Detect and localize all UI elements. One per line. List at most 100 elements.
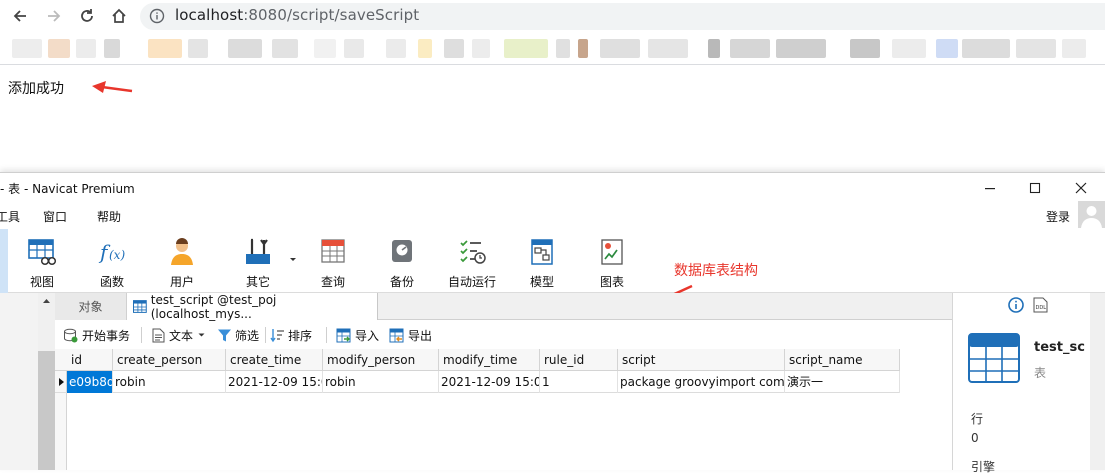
bookmark-item[interactable] (48, 39, 70, 58)
bookmark-item[interactable] (272, 39, 298, 58)
table-cell[interactable]: 演示一 (785, 371, 900, 393)
bookmark-item[interactable] (962, 39, 1010, 58)
home-icon (112, 8, 126, 23)
bookmark-item[interactable] (76, 39, 96, 58)
bookmark-item[interactable] (600, 39, 640, 58)
table-cell[interactable]: 2021-12-09 15:09 (439, 371, 540, 393)
home-button[interactable] (107, 4, 131, 28)
bookmark-item[interactable] (556, 39, 570, 58)
table-row[interactable]: e09b8d robin 2021-12-09 15:0 robin 2021-… (55, 371, 900, 393)
right-scrollbar[interactable] (1090, 293, 1105, 470)
tab-objects[interactable]: 对象 (55, 293, 127, 320)
bookmark-item[interactable] (936, 39, 958, 58)
back-button[interactable] (8, 4, 32, 28)
filter-button[interactable]: 筛选 (217, 325, 259, 345)
table-cell[interactable]: package groovyimport com (618, 371, 785, 393)
toolbar-user-button[interactable]: 用户 (152, 237, 212, 289)
navigation-pane (0, 293, 38, 470)
login-button[interactable]: 登录 (1046, 208, 1070, 225)
tools-icon (246, 238, 270, 264)
maximize-icon (1029, 182, 1041, 194)
sort-icon (270, 328, 284, 342)
minimize-icon (985, 188, 995, 190)
menu-window[interactable]: 窗口 (43, 208, 67, 225)
url-text[interactable]: localhost:8080/script/saveScript (175, 6, 419, 24)
bookmark-item[interactable] (104, 39, 120, 58)
annotation-text: 数据库表结构 (674, 263, 758, 279)
table-cell[interactable]: e09b8d (67, 371, 113, 393)
bookmark-item[interactable] (418, 39, 432, 58)
bookmark-item[interactable] (578, 39, 588, 58)
column-header[interactable]: modify_time (439, 349, 540, 371)
object-name: test_sc (1034, 340, 1085, 355)
bookmark-item[interactable] (188, 39, 208, 58)
bookmark-item[interactable] (148, 39, 182, 58)
sort-button[interactable]: 排序 (270, 325, 312, 345)
toolbar-backup-button[interactable]: 备份 (372, 237, 432, 289)
bookmark-item[interactable] (730, 39, 770, 58)
arrow-right-icon (48, 10, 61, 22)
column-header[interactable]: create_person (113, 349, 226, 371)
bookmark-item[interactable] (228, 39, 262, 58)
table-cell[interactable]: robin (323, 371, 439, 393)
column-header[interactable]: id (67, 349, 113, 371)
avatar-icon[interactable] (1078, 201, 1105, 228)
begin-transaction-button[interactable]: 开始事务 (63, 325, 130, 345)
info-icon[interactable] (149, 8, 165, 24)
browser-toolbar: localhost:8080/script/saveScript (0, 0, 1105, 32)
menu-help[interactable]: 帮助 (97, 208, 121, 225)
table-cell[interactable]: 1 (540, 371, 618, 393)
bookmark-item[interactable] (850, 39, 880, 58)
object-kind: 表 (1034, 366, 1047, 380)
close-button[interactable] (1059, 175, 1103, 201)
button-label: 开始事务 (82, 328, 131, 343)
export-button[interactable]: 导出 (389, 325, 432, 345)
bookmark-item[interactable] (344, 39, 364, 58)
menu-tools[interactable]: 工具 (0, 208, 20, 225)
import-button[interactable]: 导入 (336, 325, 379, 345)
toolbar-view-button[interactable]: 视图 (12, 237, 72, 289)
bookmark-item[interactable] (708, 39, 720, 58)
bookmark-item[interactable] (892, 39, 926, 58)
column-header[interactable]: script (618, 349, 785, 371)
chevron-down-icon[interactable] (289, 257, 297, 263)
document-icon (152, 328, 165, 342)
table-cell[interactable]: 2021-12-09 15:0 (226, 371, 323, 393)
bookmark-item[interactable] (1062, 39, 1086, 58)
minimize-button[interactable] (968, 175, 1012, 201)
text-view-button[interactable]: 文本 (152, 325, 205, 345)
bookmark-item[interactable] (1016, 39, 1056, 58)
forward-button[interactable] (42, 4, 66, 28)
bookmark-item[interactable] (386, 39, 406, 58)
toolbar-function-button[interactable]: f (x) 函数 (82, 237, 142, 289)
bookmark-item[interactable] (12, 39, 42, 58)
scrollbar-thumb[interactable] (38, 351, 55, 470)
bookmark-item[interactable] (444, 39, 464, 58)
column-header[interactable]: create_time (226, 349, 323, 371)
button-label: 排序 (288, 328, 313, 343)
tab-table-data[interactable]: test_script @test_poj (localhost_mys... (127, 292, 378, 321)
ddl-icon[interactable]: DDL (1033, 297, 1048, 313)
toolbar-others-button[interactable]: 其它 (228, 237, 288, 289)
column-header[interactable]: rule_id (540, 349, 618, 371)
column-header[interactable]: script_name (785, 349, 900, 371)
tab-label: test_script @test_poj (localhost_mys... (150, 292, 277, 321)
chevron-up-icon[interactable] (42, 298, 51, 304)
menu-bar: 工具 窗口 帮助 登录 (0, 201, 1105, 228)
bookmark-item[interactable] (472, 39, 490, 58)
table-cell[interactable]: robin (113, 371, 226, 393)
bookmark-item[interactable] (314, 39, 336, 58)
toolbar-query-button[interactable]: 查询 (303, 237, 363, 289)
bookmark-item[interactable] (504, 39, 548, 58)
toolbar-label: 查询 (320, 275, 345, 289)
reload-button[interactable] (75, 4, 99, 28)
toolbar-edge (0, 229, 8, 293)
maximize-button[interactable] (1013, 175, 1057, 201)
toolbar-automation-button[interactable]: 自动运行 (442, 237, 502, 289)
bookmark-item[interactable] (648, 39, 688, 58)
column-header[interactable]: modify_person (323, 349, 439, 371)
toolbar-chart-button[interactable]: 图表 (582, 237, 642, 289)
bookmark-item[interactable] (776, 39, 826, 58)
toolbar-model-button[interactable]: 模型 (512, 237, 572, 289)
info-icon[interactable] (1008, 297, 1024, 313)
